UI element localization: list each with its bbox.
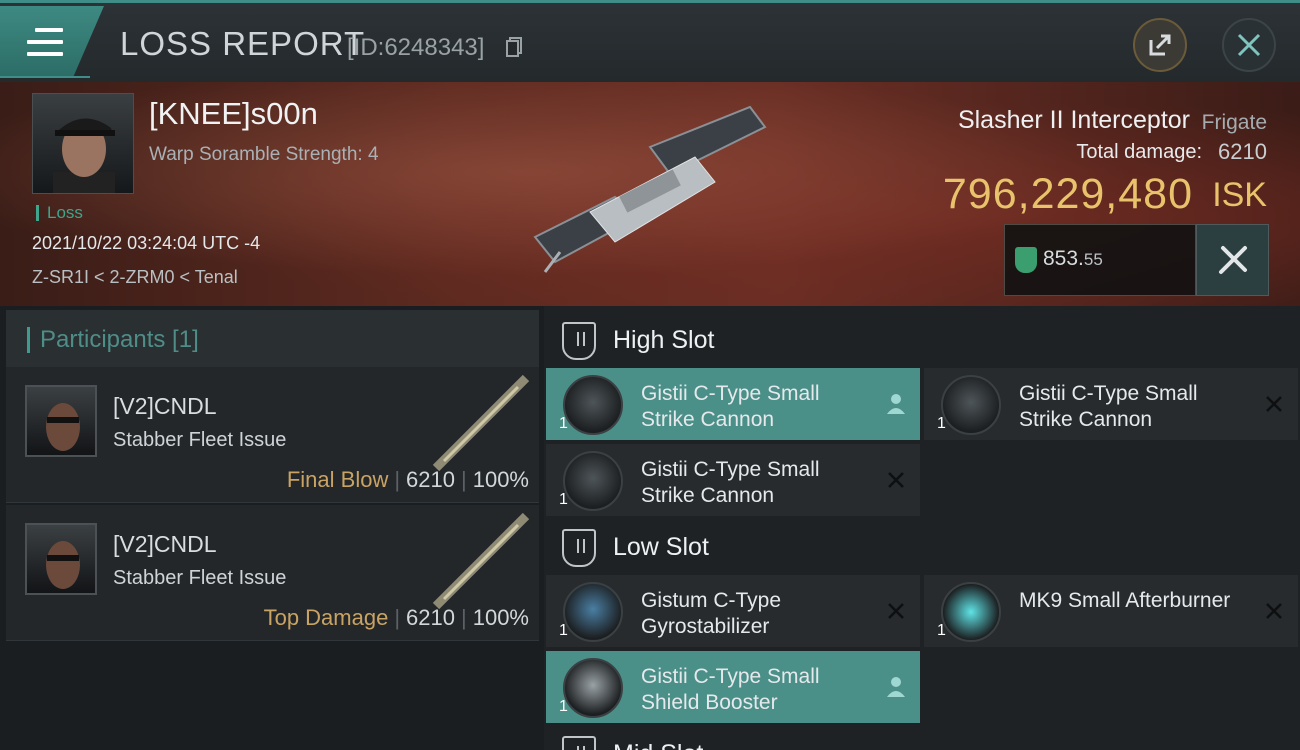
total-damage-label: Total damage: (1076, 141, 1202, 163)
participant-role: Final Blow (286, 467, 389, 492)
module-item[interactable]: 1 Gistum C-Type Gyrostabilizer (546, 575, 920, 647)
copy-icon[interactable] (506, 37, 522, 57)
module-quantity: 1 (937, 622, 946, 639)
close-button[interactable] (1222, 18, 1276, 72)
isk-value: 796,229,480 (942, 170, 1193, 218)
wrench-icon (1218, 246, 1247, 274)
x-icon (888, 472, 904, 488)
participant-damage: 6210 (406, 605, 455, 630)
slot-shield-icon (562, 736, 596, 750)
module-quantity: 1 (559, 415, 568, 432)
power-value-main: 853. (1043, 247, 1084, 270)
module-quantity: 1 (559, 698, 568, 715)
page-title: LOSS REPORT (120, 25, 366, 62)
cannon-icon (563, 375, 623, 435)
x-icon (1266, 603, 1282, 619)
gyrostabilizer-icon (563, 582, 623, 642)
participant-stats: Final Blow | 6210 | 100% (286, 467, 529, 492)
person-icon (887, 394, 905, 414)
mid-slot-title: Mid Slot (613, 740, 703, 750)
participants-header: Participants [1] (6, 310, 539, 368)
module-name: Gistum C-Type Gyrostabilizer (641, 589, 782, 638)
ship-name: Slasher II Interceptor (957, 106, 1190, 134)
participant-role: Top Damage (263, 605, 389, 630)
cannon-icon (563, 451, 623, 511)
module-quantity: 1 (559, 622, 568, 639)
fitting-panel: High Slot 1 Gistii C-Type Small Strike C… (544, 306, 1300, 750)
weapon-icon (432, 374, 530, 472)
ship-render (533, 105, 767, 273)
participant-percent: 100% (472, 605, 529, 630)
isk-unit: ISK (1212, 176, 1267, 214)
share-icon (1149, 34, 1171, 56)
menu-button[interactable] (0, 6, 104, 78)
low-slot-title: Low Slot (613, 533, 709, 561)
participants-heading: Participants [1] (27, 327, 199, 353)
power-rating-box: 853.55 (1004, 224, 1196, 296)
fitting-button[interactable] (1196, 224, 1269, 296)
share-button[interactable] (1133, 18, 1187, 72)
weapon-icon (432, 512, 530, 610)
module-name: Gistii C-Type Small Strike Cannon (1019, 382, 1198, 431)
afterburner-icon (941, 582, 1001, 642)
person-icon (887, 677, 905, 697)
participant-ship: Stabber Fleet Issue (113, 429, 287, 451)
module-item[interactable]: 1 MK9 Small Afterburner (924, 575, 1298, 647)
participant-percent: 100% (472, 467, 529, 492)
menu-icon (27, 28, 63, 64)
cannon-icon (941, 375, 1001, 435)
power-value: 853.55 (1043, 247, 1103, 271)
x-icon (888, 603, 904, 619)
participant-ship: Stabber Fleet Issue (113, 567, 287, 589)
module-name: Gistii C-Type Small Shield Booster (641, 665, 820, 714)
participant-row[interactable]: [V2]CNDL Stabber Fleet Issue Final Blow |… (6, 367, 539, 503)
participants-panel: Participants [1] [V2]CNDL Stabber Fleet … (0, 306, 544, 750)
power-icon (1015, 247, 1037, 273)
loss-datetime: 2021/10/22 03:24:04 UTC -4 (32, 233, 261, 253)
participant-avatar[interactable] (25, 385, 97, 457)
power-value-decimal: 55 (1083, 250, 1103, 269)
module-quantity: 1 (559, 491, 568, 508)
loss-badge: Loss (36, 204, 83, 221)
loss-summary: [KNEE]s00n Warp Soramble Strength: 4 Los… (0, 82, 1300, 306)
participant-row[interactable]: [V2]CNDL Stabber Fleet Issue Top Damage |… (6, 505, 539, 641)
victim-portrait[interactable] (32, 93, 134, 194)
participant-name: [V2]CNDL (113, 393, 217, 419)
high-slot-title: High Slot (613, 326, 715, 354)
module-name: Gistii C-Type Small Strike Cannon (641, 382, 820, 431)
shield-booster-icon (563, 658, 623, 718)
participant-damage: 6210 (406, 467, 455, 492)
scramble-strength: Warp Soramble Strength: 4 (149, 144, 379, 165)
module-item[interactable]: 1 Gistii C-Type Small Strike Cannon (924, 368, 1298, 440)
x-icon (1266, 396, 1282, 412)
participant-stats: Top Damage | 6210 | 100% (263, 605, 529, 630)
module-name: MK9 Small Afterburner (1019, 589, 1231, 612)
loss-location: Z-SR1I < 2-ZRM0 < Tenal (32, 267, 238, 287)
victim-name: [KNEE]s00n (149, 96, 318, 131)
module-item[interactable]: 1 Gistii C-Type Small Shield Booster (546, 651, 920, 723)
module-quantity: 1 (937, 415, 946, 432)
slot-shield-icon (562, 529, 596, 567)
module-name: Gistii C-Type Small Strike Cannon (641, 458, 820, 507)
module-item[interactable]: 1 Gistii C-Type Small Strike Cannon (546, 368, 920, 440)
module-item[interactable]: 1 Gistii C-Type Small Strike Cannon (546, 444, 920, 516)
close-icon (1237, 33, 1261, 57)
top-bar: LOSS REPORT [ID:6248343] (0, 0, 1300, 82)
report-id: [ID:6248343] (347, 34, 485, 61)
ship-class: Frigate (1201, 111, 1267, 134)
header-accent-line (0, 76, 90, 78)
slot-shield-icon (562, 322, 596, 360)
total-damage-value: 6210 (1218, 139, 1267, 164)
participant-name: [V2]CNDL (113, 531, 217, 557)
participant-avatar[interactable] (25, 523, 97, 595)
